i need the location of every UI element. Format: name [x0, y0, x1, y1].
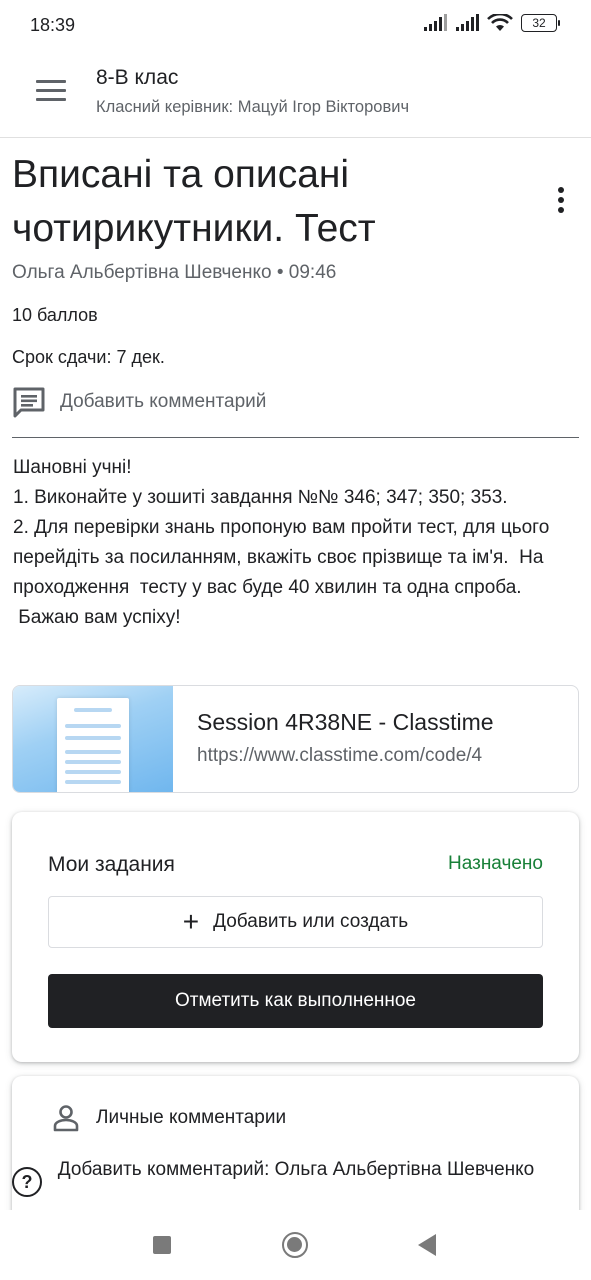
attachment-thumbnail — [13, 686, 173, 792]
attachment-url: https://www.classtime.com/code/4 — [197, 745, 483, 766]
wifi-icon — [487, 14, 513, 31]
private-comments-title: Личные комментарии — [96, 1107, 287, 1128]
battery-icon: 32 — [521, 14, 560, 32]
status-bar: 18:39 32 — [0, 0, 591, 52]
status-icons: 32 — [423, 14, 560, 32]
class-teacher: Класний керівник: Мацуй Ігор Вікторович — [96, 98, 410, 116]
assignment-meta: Ольга Альбертівна Шевченко • 09:46 — [12, 262, 337, 283]
my-work-card: Мои задания Назначено + Добавить или соз… — [12, 812, 579, 1062]
assignment-points: 10 баллов — [12, 305, 98, 325]
assignment-due-date: Срок сдачи: 7 дек. — [12, 347, 165, 367]
back-icon[interactable] — [418, 1234, 436, 1256]
mark-as-done-button[interactable]: Отметить как выполненное — [48, 974, 543, 1028]
system-nav-bar — [0, 1210, 591, 1280]
my-work-title: Мои задания — [48, 853, 175, 876]
person-icon — [53, 1105, 79, 1132]
plus-icon: + — [182, 906, 200, 937]
signal-icon — [456, 14, 479, 31]
home-icon[interactable] — [282, 1232, 308, 1258]
work-status-badge: Назначено — [448, 853, 543, 874]
recent-apps-icon[interactable] — [153, 1236, 171, 1254]
more-options-icon[interactable] — [548, 180, 574, 220]
divider — [12, 437, 579, 438]
menu-icon[interactable] — [36, 72, 72, 108]
class-name: 8-В клас — [96, 66, 179, 89]
signal-icon — [424, 14, 447, 31]
add-class-comment-button[interactable]: Добавить комментарий — [12, 384, 266, 420]
add-comment-label: Добавить комментарий — [60, 391, 267, 412]
comment-icon — [13, 387, 45, 418]
help-icon[interactable]: ? — [12, 1167, 42, 1197]
status-time: 18:39 — [30, 15, 76, 35]
add-private-comment-button[interactable]: Добавить комментарий: Ольга Альбертівна … — [52, 1152, 540, 1188]
attachment-title: Session 4R38NE - Classtime — [197, 709, 494, 735]
app-bar: 8-В клас Класний керівник: Мацуй Ігор Ві… — [0, 52, 591, 138]
add-or-create-button[interactable]: + Добавить или создать — [48, 896, 543, 948]
assignment-description: Шановні учні! 1. Виконайте у зошиті завд… — [13, 457, 550, 628]
link-attachment[interactable]: Session 4R38NE - Classtime https://www.c… — [12, 685, 579, 793]
assignment-title: Вписані та описані чотирикутники. Тест — [12, 153, 376, 250]
battery-level: 32 — [532, 16, 546, 30]
add-or-create-label: Добавить или создать — [213, 911, 409, 932]
